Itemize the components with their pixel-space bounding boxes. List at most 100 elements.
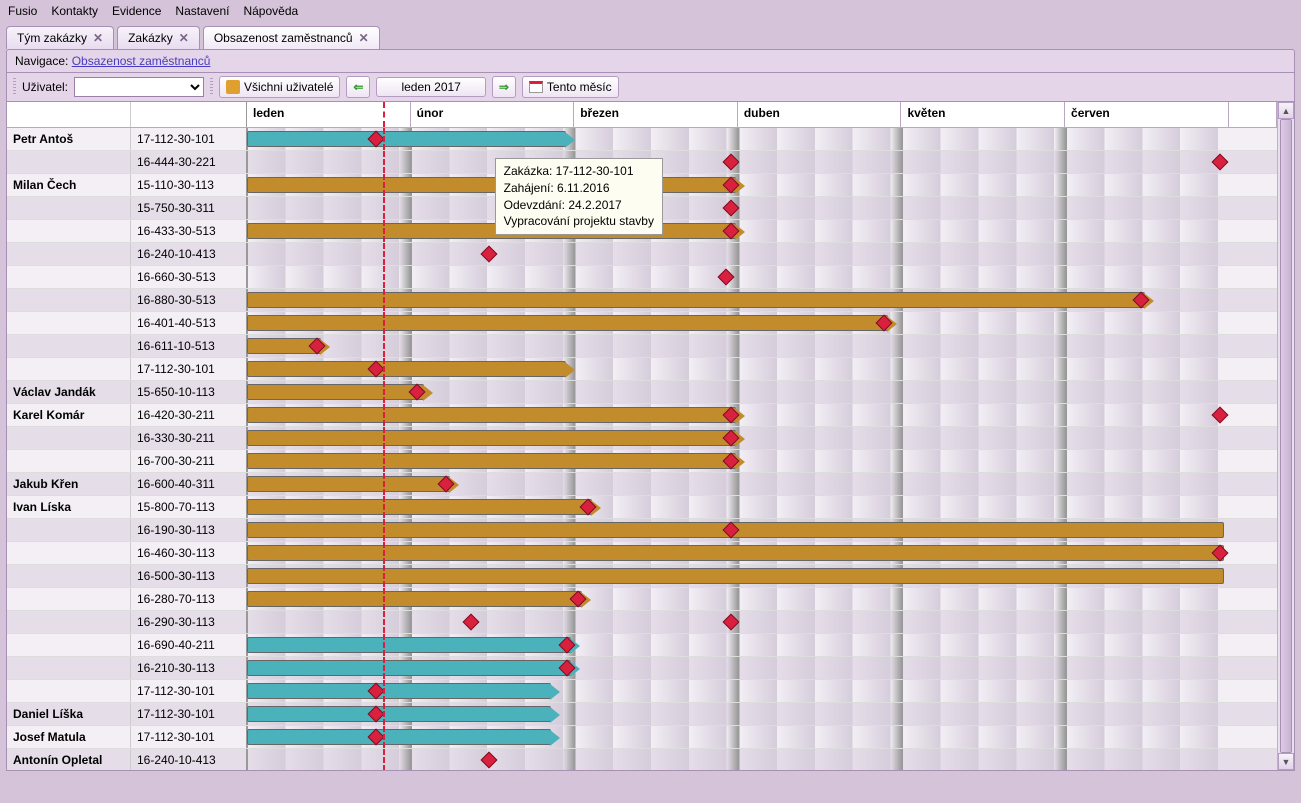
order-code: 16-280-70-113 [131,588,247,610]
timeline-cell[interactable] [247,473,1277,495]
menu-item-kontakty[interactable]: Kontakty [51,4,98,18]
scrollbar-vertical[interactable]: ▲ ▼ [1277,102,1294,770]
timeline-cell[interactable] [247,680,1277,702]
toolbar-grip[interactable] [13,78,16,96]
timeline-cell[interactable] [247,243,1277,265]
timeline-cell[interactable] [247,220,1277,242]
timeline-cell[interactable] [247,289,1277,311]
timeline-cell[interactable] [247,312,1277,334]
today-line [383,335,385,357]
milestone-diamond-icon[interactable] [723,614,740,631]
milestone-diamond-icon[interactable] [1212,154,1229,171]
today-line [383,289,385,311]
gantt-bar[interactable] [247,361,566,377]
close-icon[interactable]: ✕ [359,31,369,45]
timeline-cell[interactable] [247,542,1277,564]
milestone-diamond-icon[interactable] [462,614,479,631]
timeline-cell[interactable] [247,404,1277,426]
all-users-label: Všichni uživatelé [244,80,333,94]
close-icon[interactable]: ✕ [179,31,189,45]
order-code: 16-690-40-211 [131,634,247,656]
this-month-button[interactable]: Tento měsíc [522,76,619,98]
gantt-bar[interactable] [247,292,1145,308]
milestone-diamond-icon[interactable] [481,752,498,769]
gantt-bar[interactable] [247,706,551,722]
tab[interactable]: Zakázky✕ [117,26,200,49]
timeline-cell[interactable] [247,749,1277,770]
gantt-row: Antonín Opletal16-240-10-413 [7,749,1277,770]
scroll-thumb[interactable] [1280,119,1292,753]
tooltip-line: Odevzdání: 24.2.2017 [504,197,654,214]
milestone-diamond-icon[interactable] [717,269,734,286]
gantt-bar[interactable] [247,499,592,515]
menu-item-evidence[interactable]: Evidence [112,4,161,18]
timeline-cell[interactable] [247,657,1277,679]
gantt-row: 16-290-30-113 [7,611,1277,634]
timeline-cell[interactable] [247,519,1277,541]
timeline-cell[interactable] [247,703,1277,725]
timeline-cell[interactable] [247,611,1277,633]
menu-item-nastavení[interactable]: Nastavení [175,4,229,18]
prev-period-button[interactable]: ⇐ [346,76,370,98]
toolbar-grip[interactable] [210,78,213,96]
menubar: Fusio Kontakty Evidence Nastavení Nápověda [0,0,1301,22]
order-code: 16-600-40-311 [131,473,247,495]
today-line [383,381,385,403]
milestone-diamond-icon[interactable] [723,154,740,171]
gantt-bar[interactable] [247,591,582,607]
gantt-bar[interactable] [247,660,571,676]
timeline-cell[interactable] [247,266,1277,288]
employee-name [7,335,131,357]
scroll-up-button[interactable]: ▲ [1278,102,1294,119]
gantt-bar[interactable] [247,453,736,469]
gantt-bar[interactable] [247,384,424,400]
timeline-cell[interactable] [247,174,1277,196]
timeline-cell[interactable] [247,151,1277,173]
today-line [383,542,385,564]
tooltip: Zakázka: 17-112-30-101Zahájení: 6.11.201… [495,158,663,235]
timeline-cell[interactable] [247,335,1277,357]
gantt-bar[interactable] [247,637,571,653]
name-header [7,102,131,127]
order-code: 16-880-30-513 [131,289,247,311]
gantt-bar[interactable] [247,476,450,492]
tab[interactable]: Obsazenost zaměstnanců✕ [203,26,380,49]
nav-link[interactable]: Obsazenost zaměstnanců [72,54,211,68]
order-code: 17-112-30-101 [131,703,247,725]
timeline-cell[interactable] [247,588,1277,610]
gantt-bar[interactable] [247,683,551,699]
all-users-button[interactable]: Všichni uživatelé [219,76,340,98]
gantt-bar[interactable] [247,407,736,423]
timeline-cell[interactable] [247,565,1277,587]
timeline-cell[interactable] [247,726,1277,748]
milestone-diamond-icon[interactable] [1212,407,1229,424]
gantt-row: 16-611-10-513 [7,335,1277,358]
timeline-cell[interactable] [247,381,1277,403]
gantt-bar[interactable] [247,131,566,147]
menu-item-nápověda[interactable]: Nápověda [243,4,298,18]
tab[interactable]: Tým zakázky✕ [6,26,114,49]
month-header-cell: únor [411,102,575,127]
order-code: 16-290-30-113 [131,611,247,633]
timeline-cell[interactable] [247,450,1277,472]
gantt-bar[interactable] [247,545,1224,561]
gantt-bar[interactable] [247,315,888,331]
month-header-cell: červen [1065,102,1229,127]
timeline-cell[interactable] [247,427,1277,449]
milestone-diamond-icon[interactable] [723,200,740,217]
next-period-button[interactable]: ⇒ [492,76,516,98]
user-select[interactable] [74,77,204,97]
timeline-cell[interactable] [247,128,1277,150]
milestone-diamond-icon[interactable] [481,246,498,263]
toolbar: Uživatel: Všichni uživatelé ⇐ leden 2017… [6,73,1295,101]
gantt-bar[interactable] [247,729,551,745]
close-icon[interactable]: ✕ [93,31,103,45]
timeline-cell[interactable] [247,358,1277,380]
menu-item-fusio[interactable]: Fusio [8,4,37,18]
gantt-bar[interactable] [247,568,1224,584]
gantt-bar[interactable] [247,430,736,446]
timeline-cell[interactable] [247,197,1277,219]
timeline-cell[interactable] [247,634,1277,656]
scroll-down-button[interactable]: ▼ [1278,753,1294,770]
timeline-cell[interactable] [247,496,1277,518]
